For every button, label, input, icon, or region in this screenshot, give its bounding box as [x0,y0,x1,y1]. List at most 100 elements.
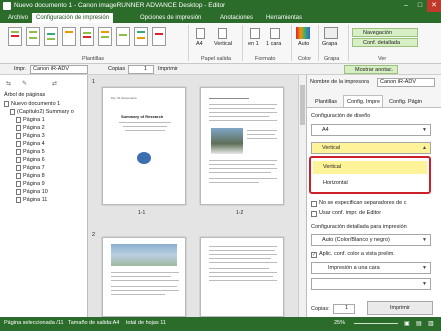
group-label-staple: Grapa [324,56,340,62]
page-icon [16,148,21,155]
right-print-button[interactable]: Imprimir [367,301,433,315]
preview-scrollbar[interactable] [298,75,306,317]
color-icon [296,27,310,39]
show-annotations-button[interactable]: Mostrar anotac. [344,65,398,74]
preview-page[interactable] [102,237,186,317]
group-number: 2 [92,232,96,238]
apply-color-checkbox[interactable]: ✓ [311,252,317,258]
tree-page-item[interactable]: Página 8 [16,172,45,180]
status-total-sheets: total de hojas 11 [126,320,166,326]
template-thumb-2[interactable] [26,27,40,46]
page-tree-header: Árbol de páginas [4,92,46,98]
right-copies-input[interactable]: 1 [333,304,355,314]
print-toolbar: Impr. Canon iR-ADV Copias 1 Imprimir Mos… [0,64,441,75]
tree-page-item[interactable]: Página 6 [16,156,45,164]
maximize-button[interactable]: □ [413,0,427,12]
status-selected-page: Página seleccionada /11 [4,320,64,326]
tree-page-item[interactable]: Página 5 [16,148,45,156]
tab-print-options[interactable]: Opciones de impresión [136,13,205,23]
template-thumb-5[interactable] [80,27,94,46]
tab-annotations[interactable]: Anotaciones [216,13,257,23]
printer-name-select[interactable]: Canon iR-ADV [377,78,435,87]
tree-chapter[interactable]: (Capítulo2) Summary o [10,108,74,116]
tree-tool-icon[interactable]: ⇄ [52,80,57,87]
detail-section-title: Configuración detallada para impresión [311,224,407,230]
tree-page-item[interactable]: Página 4 [16,140,45,148]
tree-page-item[interactable]: Página 1 [16,116,45,124]
tree-page-item[interactable]: Página 11 [16,196,47,204]
no-separator-checkbox[interactable] [311,201,317,207]
preview-page[interactable]: Per. 01 Documento Summary of Research [102,87,186,205]
staple-button[interactable]: Grapa [322,41,337,47]
template-thumb-4[interactable] [62,27,76,46]
preview-page[interactable] [200,87,284,205]
color-mode-dropdown[interactable]: Auto (Color/Blanco y negro) ▼ [311,234,431,246]
tab-archivo[interactable]: Archivo [4,13,32,23]
settings-pane: Nombre de la impresora Canon iR-ADV Plan… [306,75,441,317]
view-icon[interactable]: ▣ [404,320,410,327]
page-icon [16,164,21,171]
orientation-dropdown[interactable]: Vertical ▲ [311,142,431,154]
orientation-button[interactable]: Vertical [214,41,232,47]
status-bar: Página seleccionada /11 Tamaño de salida… [0,317,441,331]
tab-page-config[interactable]: Config. Págin [389,99,422,105]
zoom-level: 25% [334,320,346,326]
ribbon-separator [318,25,319,61]
tree-document[interactable]: Nuevo documento 1 [4,100,60,108]
tree-page-label: Página 1 [23,117,45,123]
ribbon: Plantillas A4 Vertical Papel salida en 1… [0,23,441,64]
toolbar-print-button[interactable]: Imprimir [158,66,178,72]
view-icon[interactable]: ▤ [416,320,422,327]
group-label-view: Ver [378,56,387,62]
sides-button[interactable]: 1 cara [266,41,286,47]
paper-size-dropdown[interactable]: A4 ▼ [311,124,431,136]
tree-page-label: Página 3 [23,133,45,139]
detailed-settings-button[interactable]: Conf. detallada [352,38,418,47]
tab-print-settings[interactable]: Configuración de impresión [32,13,114,23]
tree-page-item[interactable]: Página 9 [16,180,45,188]
group-number: 1 [92,79,96,85]
orientation-option-horizontal[interactable]: Horizontal [313,177,427,190]
preview-page[interactable] [200,237,284,317]
sides-dropdown[interactable]: Impresión a una cara ▼ [311,262,431,274]
printer-select[interactable]: Canon iR-ADV [30,65,88,74]
settings-content: Configuración de diseño A4 ▼ Vertical ▲ Ve… [307,107,441,317]
template-thumb-3[interactable] [44,27,58,46]
orientation-option-vertical[interactable]: Vertical [313,161,427,174]
pages-per-sheet-button[interactable]: en 1 [248,41,259,47]
template-thumb-7[interactable] [116,27,130,46]
zoom-slider[interactable] [354,323,398,324]
tab-print-config[interactable]: Config. Impre [347,99,380,105]
color-mode-button[interactable]: Auto [298,41,309,47]
title-bar: Nuevo documento 1 - Canon imageRUNNER AD… [0,0,441,12]
paper-size-button[interactable]: A4 [196,41,203,47]
tree-tool-icon[interactable]: ✎ [22,80,27,87]
tree-page-label: Página 11 [23,197,48,203]
photo-image [211,128,243,154]
use-editor-checkbox[interactable] [311,211,317,217]
extra-dropdown[interactable]: ▼ [311,278,431,290]
scrollbar-thumb[interactable] [300,85,305,125]
tree-page-item[interactable]: Página 10 [16,188,48,196]
view-icon[interactable]: ▥ [428,320,434,327]
template-thumb-1[interactable] [8,27,22,46]
tree-tool-icon[interactable]: ⇆ [6,80,11,87]
tree-page-label: Página 6 [23,157,45,163]
tab-tools[interactable]: Herramientas [262,13,306,23]
tab-templates[interactable]: Plantillas [315,99,337,105]
sides-icon [270,28,280,39]
copies-input[interactable]: 1 [128,65,154,74]
navigation-button[interactable]: Navegación [352,28,418,37]
template-thumb-6[interactable] [98,27,112,46]
tree-page-label: Página 8 [23,173,45,179]
template-thumb-8[interactable] [134,27,148,46]
tree-page-item[interactable]: Página 2 [16,124,45,132]
page-icon [16,156,21,163]
page-subtitle: Per. 01 Documento [111,96,137,100]
close-button[interactable]: ✕ [427,0,441,12]
orientation-icon [218,28,227,39]
tree-page-item[interactable]: Página 7 [16,164,45,172]
template-thumb-9[interactable] [152,27,166,46]
tree-page-item[interactable]: Página 3 [16,132,45,140]
minimize-button[interactable]: – [399,0,413,12]
